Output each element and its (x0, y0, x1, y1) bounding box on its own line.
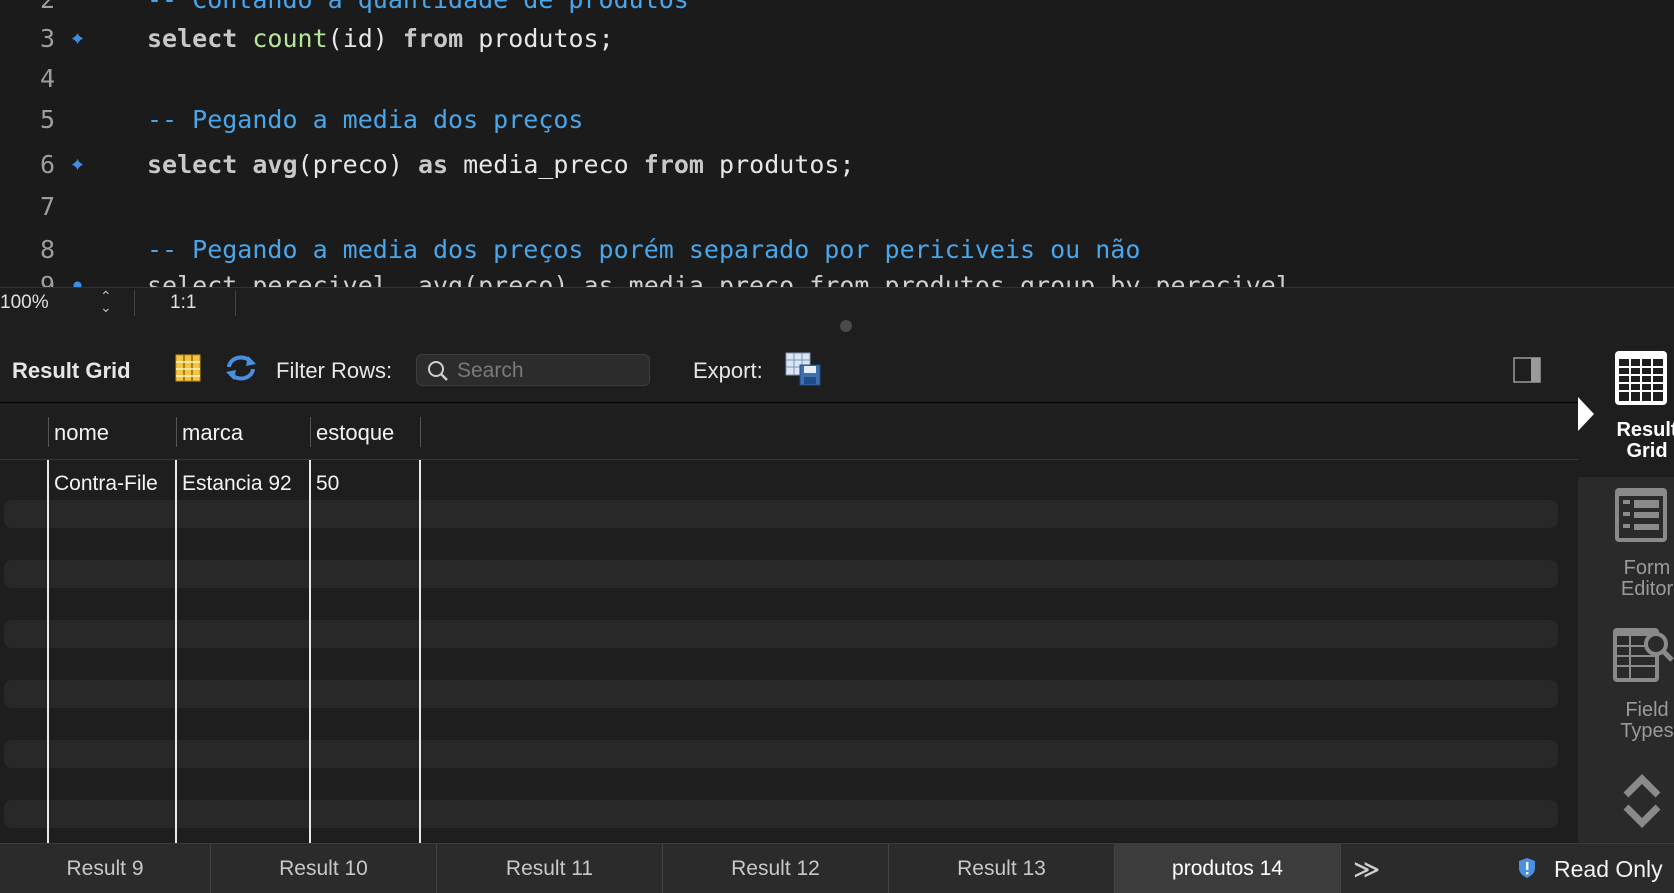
field-types-icon (1612, 627, 1674, 688)
line-number: 9 (39, 271, 55, 287)
grid-header: nome marca estoque (0, 403, 1578, 460)
editor-line-7: 7 (0, 187, 1674, 227)
line-number: 8 (39, 235, 55, 264)
side-item-form-editor[interactable]: Form Editor (1578, 487, 1674, 617)
line-number: 2 (0, 0, 55, 20)
refresh-icon[interactable] (224, 353, 258, 388)
sql-statement: select avg(preco) as media_preco from pr… (147, 150, 855, 179)
result-grid-title: Result Grid (12, 358, 131, 383)
side-label-line1: Field (1625, 699, 1669, 721)
empty-row (4, 740, 1558, 768)
column-line (175, 460, 177, 843)
active-indicator-icon (1578, 397, 1594, 431)
toggle-side-panel-icon[interactable] (1513, 357, 1541, 388)
more-tabs-icon[interactable]: ≫ (1353, 854, 1380, 885)
form-editor-icon (1614, 487, 1668, 548)
empty-row (4, 560, 1558, 588)
line-number: 6 (39, 150, 55, 179)
column-divider[interactable] (420, 417, 421, 447)
side-item-result-grid[interactable]: Result Grid (1578, 337, 1674, 477)
export-label: Export: (693, 358, 763, 383)
cell-estoque[interactable]: 50 (316, 472, 339, 496)
sql-comment: -- Pegando a media dos preços (147, 105, 584, 134)
read-only-status: Read Only (1554, 856, 1663, 882)
empty-row (4, 680, 1558, 708)
line-number: 4 (39, 64, 55, 93)
zoom-stepper-icon[interactable]: ⌃ ⌄ (100, 289, 112, 314)
tab-result-13[interactable]: Result 13 (889, 844, 1115, 893)
divider (134, 290, 135, 316)
side-label-line1: Form (1623, 557, 1671, 579)
editor-line-5: 5 -- Pegando a media dos preços (0, 100, 1674, 140)
search-input[interactable] (455, 358, 649, 384)
divider (235, 290, 236, 316)
side-item-field-types[interactable]: Field Types (1578, 627, 1674, 757)
tab-produtos-14[interactable]: produtos 14 (1115, 844, 1341, 893)
column-divider[interactable] (176, 417, 177, 447)
zoom-ratio[interactable]: 1:1 (170, 292, 196, 314)
column-header-nome[interactable]: nome (54, 420, 109, 446)
tab-result-11[interactable]: Result 11 (437, 844, 663, 893)
editor-line-2: 2 -- Contando a quantidade de produtos (0, 0, 1674, 20)
empty-row (4, 620, 1558, 648)
line-number: 3 (39, 24, 55, 53)
editor-line-6: 6 select avg(preco) as media_preco from … (0, 145, 1674, 185)
editor-status-bar: 100% ⌃ ⌄ 1:1 (0, 287, 1674, 318)
grid-layout-icon[interactable] (175, 354, 201, 387)
result-grid[interactable]: nome marca estoque Contra-File Estancia … (0, 403, 1578, 843)
column-divider[interactable] (48, 417, 49, 447)
empty-row (4, 500, 1558, 528)
editor-line-9: 9 select perecivel, avg(preco) as media_… (0, 266, 1674, 287)
sql-editor[interactable]: 2 -- Contando a quantidade de produtos 3… (0, 0, 1674, 287)
sql-statement: select perecivel, avg(preco) as media_pr… (147, 271, 1291, 287)
column-line (419, 460, 421, 843)
sql-comment: -- Contando a quantidade de produtos (147, 0, 689, 20)
line-number: 7 (39, 192, 55, 221)
side-label-line2: Grid (1626, 440, 1668, 462)
statement-marker-icon[interactable] (72, 159, 83, 170)
tab-result-9[interactable]: Result 9 (0, 844, 211, 893)
result-side-panel: Result Grid Form Editor Field Types (1578, 337, 1674, 843)
panel-splitter[interactable] (0, 317, 1674, 337)
tab-result-10[interactable]: Result 10 (211, 844, 437, 893)
sql-comment: -- Pegando a media dos preços porém sepa… (147, 235, 1141, 264)
statement-marker-icon[interactable] (72, 33, 83, 44)
splitter-handle-icon[interactable] (840, 320, 852, 332)
empty-row (4, 800, 1558, 828)
sql-statement: select count(id) from produtos; (147, 24, 614, 53)
cell-marca[interactable]: Estancia 92 (182, 472, 292, 496)
result-grid-icon (1614, 350, 1668, 411)
side-label-line2: Editor (1620, 578, 1674, 600)
line-number: 5 (39, 105, 55, 134)
read-only-info-icon (1516, 857, 1538, 884)
column-line (47, 460, 49, 843)
column-header-marca[interactable]: marca (182, 420, 243, 446)
editor-line-8: 8 -- Pegando a media dos preços porém se… (0, 230, 1674, 270)
zoom-level[interactable]: 100% (0, 292, 49, 314)
tab-result-12[interactable]: Result 12 (663, 844, 889, 893)
column-line (309, 460, 311, 843)
editor-line-4: 4 (0, 59, 1674, 99)
result-toolbar: Result Grid Filter Rows: Export: (0, 337, 1578, 403)
result-tabs: Result 9 Result 10 Result 11 Result 12 R… (0, 843, 1674, 893)
scroll-panel-icon[interactable] (1622, 771, 1662, 836)
column-header-estoque[interactable]: estoque (316, 420, 394, 446)
column-divider[interactable] (310, 417, 311, 447)
editor-line-3: 3 select count(id) from produtos; (0, 19, 1674, 59)
side-label-line2: Types (1620, 720, 1674, 742)
cell-nome[interactable]: Contra-File (54, 472, 158, 496)
filter-search-box[interactable] (416, 354, 650, 386)
export-icon[interactable] (785, 351, 821, 392)
side-label-line1: Result (1616, 419, 1674, 441)
search-icon (427, 360, 449, 387)
statement-marker-icon[interactable] (72, 280, 83, 287)
filter-rows-label: Filter Rows: (276, 358, 393, 383)
